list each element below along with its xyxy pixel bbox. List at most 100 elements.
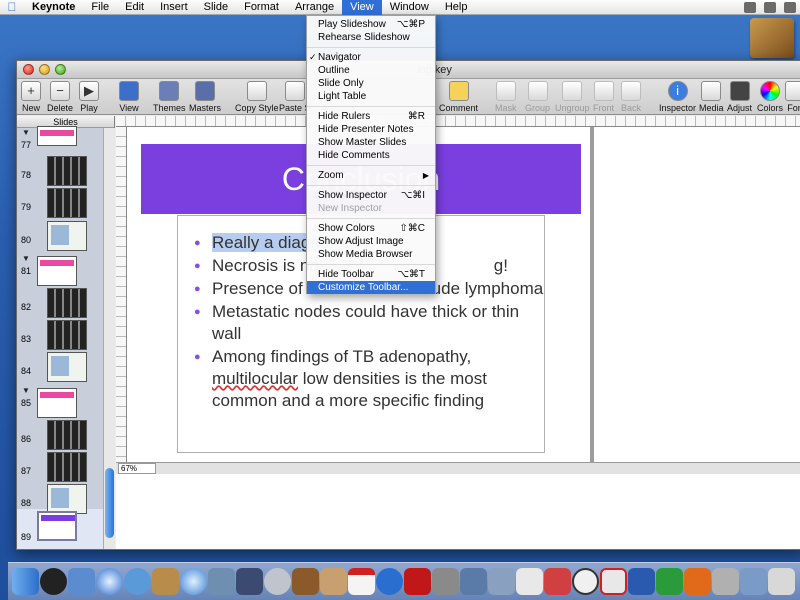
trash-icon[interactable] <box>768 568 795 595</box>
show-colors-item[interactable]: Show Colors ⇧⌘C <box>307 222 435 235</box>
address-book-icon[interactable] <box>152 568 179 595</box>
menu-view[interactable]: View <box>342 0 382 15</box>
rehearse-slideshow-item[interactable]: Rehearse Slideshow <box>307 31 435 44</box>
menu-file[interactable]: File <box>83 0 117 15</box>
copy-style-button[interactable]: Copy Style <box>235 81 279 113</box>
apple-icon[interactable]:  <box>0 0 24 14</box>
iphoto-icon[interactable] <box>208 568 235 595</box>
themes-button[interactable]: Themes <box>153 81 186 113</box>
mail-icon[interactable] <box>68 568 95 595</box>
adjust-button[interactable]: Adjust <box>727 81 752 113</box>
menu-insert[interactable]: Insert <box>152 0 196 15</box>
show-inspector-item[interactable]: Show Inspector ⌥⌘I <box>307 189 435 202</box>
group-button[interactable]: Group <box>525 81 550 113</box>
light-table-item[interactable]: Light Table <box>307 90 435 103</box>
colors-button[interactable]: Colors <box>757 81 783 113</box>
menu-edit[interactable]: Edit <box>117 0 152 15</box>
play-button[interactable]: ▶ Play <box>79 81 99 113</box>
scrollbar-thumb[interactable] <box>105 468 114 538</box>
navigator-scrollbar[interactable] <box>103 128 115 549</box>
outline-item[interactable]: Outline <box>307 64 435 77</box>
excel-icon[interactable] <box>656 568 683 595</box>
slide-only-item[interactable]: Slide Only <box>307 77 435 90</box>
front-button[interactable]: Front <box>593 81 614 113</box>
menu-window[interactable]: Window <box>382 0 437 15</box>
hide-comments-item[interactable]: Hide Comments <box>307 149 435 162</box>
hide-presenter-notes-item[interactable]: Hide Presenter Notes <box>307 123 435 136</box>
slide-thumbnail[interactable] <box>37 256 77 286</box>
bullet-item[interactable]: Metastatic nodes could have thick or thi… <box>194 301 544 345</box>
inspector-button[interactable]: i Inspector <box>659 81 696 113</box>
menu-keynote[interactable]: Keynote <box>24 0 83 15</box>
powerpoint-icon[interactable] <box>684 568 711 595</box>
downloads-icon[interactable] <box>740 568 767 595</box>
textedit-icon[interactable] <box>516 568 543 595</box>
user-icon[interactable] <box>784 1 796 13</box>
back-button[interactable]: Back <box>621 81 641 113</box>
slide-thumbnail[interactable] <box>47 188 87 218</box>
display-icon[interactable] <box>764 1 776 13</box>
disclosure-triangle-icon[interactable]: ▼ <box>22 254 30 263</box>
utility-icon[interactable] <box>544 568 571 595</box>
system-preferences-icon[interactable] <box>432 568 459 595</box>
slide-thumbnail[interactable] <box>47 420 87 450</box>
notes-area[interactable] <box>116 474 800 549</box>
slide-thumbnail[interactable] <box>47 221 87 251</box>
slide-thumbnail[interactable] <box>47 156 87 186</box>
idvd-icon[interactable] <box>264 568 291 595</box>
menu-slide[interactable]: Slide <box>196 0 236 15</box>
hide-toolbar-item[interactable]: Hide Toolbar ⌥⌘T <box>307 268 435 281</box>
sync-icon[interactable] <box>376 568 403 595</box>
preview-icon[interactable] <box>320 568 347 595</box>
menu-arrange[interactable]: Arrange <box>287 0 342 15</box>
media-button[interactable]: Media <box>699 81 724 113</box>
vertical-ruler[interactable] <box>116 127 127 462</box>
slide-thumbnail[interactable] <box>47 320 87 350</box>
masters-button[interactable]: Masters <box>189 81 221 113</box>
fonts-button[interactable]: Fon <box>785 81 800 113</box>
show-adjust-image-item[interactable]: Show Adjust Image <box>307 235 435 248</box>
slide-thumbnail[interactable] <box>47 288 87 318</box>
comment-button[interactable]: Comment <box>439 81 478 113</box>
dashboard-icon[interactable] <box>40 568 67 595</box>
slide-thumbnail[interactable] <box>47 484 87 514</box>
bullet-item[interactable]: Among findings of TB adenopathy, multilo… <box>194 346 544 412</box>
safari-icon[interactable] <box>96 568 123 595</box>
menu-format[interactable]: Format <box>236 0 287 15</box>
garageband-icon[interactable] <box>292 568 319 595</box>
new-button[interactable]: + New <box>21 81 41 113</box>
ical-icon[interactable] <box>348 568 375 595</box>
customize-toolbar-item[interactable]: Customize Toolbar... <box>307 281 435 294</box>
desktop-folder-icon[interactable] <box>750 18 794 58</box>
disclosure-triangle-icon[interactable]: ▼ <box>22 386 30 395</box>
clock-icon[interactable] <box>572 568 599 595</box>
ungroup-button[interactable]: Ungroup <box>555 81 590 113</box>
slide-thumbnail-selected[interactable] <box>37 511 77 541</box>
close-button[interactable] <box>23 64 34 75</box>
word-icon[interactable] <box>628 568 655 595</box>
printer-icon[interactable] <box>712 568 739 595</box>
zoom-item[interactable]: Zoom ▶ <box>307 169 435 182</box>
pages-icon[interactable] <box>488 568 515 595</box>
keynote-icon[interactable] <box>460 568 487 595</box>
flashcard-icon[interactable] <box>404 568 431 595</box>
script-menu-icon[interactable] <box>744 1 756 13</box>
zoom-select[interactable]: 67% <box>118 463 156 474</box>
disclosure-triangle-icon[interactable]: ▼ <box>22 128 30 137</box>
show-master-slides-item[interactable]: Show Master Slides <box>307 136 435 149</box>
horizontal-ruler[interactable] <box>116 116 800 127</box>
ichat-icon[interactable] <box>124 568 151 595</box>
slide-thumbnail[interactable] <box>47 352 87 382</box>
show-media-browser-item[interactable]: Show Media Browser <box>307 248 435 261</box>
slide-thumbnail[interactable] <box>37 126 77 146</box>
slide-thumbnail[interactable] <box>37 388 77 418</box>
navigator-item[interactable]: ✓ Navigator <box>307 51 435 64</box>
menu-help[interactable]: Help <box>437 0 476 15</box>
acrobat-icon[interactable] <box>600 568 627 595</box>
itunes-icon[interactable] <box>180 568 207 595</box>
mask-button[interactable]: Mask <box>495 81 517 113</box>
slide-thumbnail[interactable] <box>47 452 87 482</box>
hide-rulers-item[interactable]: Hide Rulers ⌘R <box>307 110 435 123</box>
play-slideshow-item[interactable]: Play Slideshow ⌥⌘P <box>307 18 435 31</box>
imovie-icon[interactable] <box>236 568 263 595</box>
